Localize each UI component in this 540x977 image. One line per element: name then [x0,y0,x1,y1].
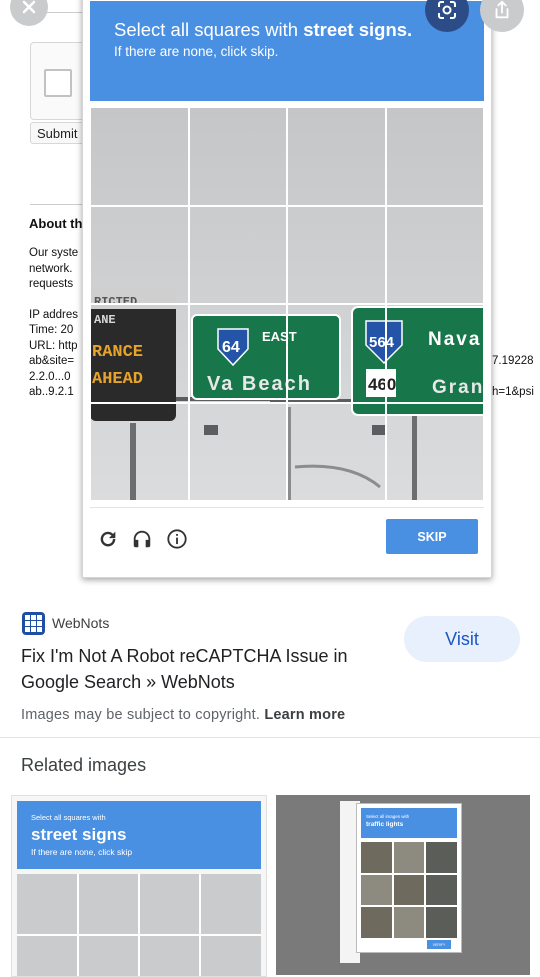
thumbnail-captcha-header: Select all squares with street signs If … [17,801,261,869]
text-fragment: 7.19228 [492,355,534,367]
result-title-link[interactable]: Fix I'm Not A Robot reCAPTCHA Issue in G… [21,643,391,695]
divider [0,737,540,738]
thumbnail-verify-button: VERIFY [427,940,451,949]
divider [90,507,484,508]
thumbnail-grid [361,842,457,938]
grid-tile[interactable] [385,205,484,304]
about-heading: About th [29,216,83,231]
result-source[interactable]: WebNots [22,610,109,636]
learn-more-link[interactable]: Learn more [264,707,345,723]
grid-tile[interactable] [287,402,386,501]
thumbnail-captcha: Select all images with traffic lights VE… [356,803,462,953]
grid-tile[interactable] [385,402,484,501]
thumbnail-text: street signs [31,825,127,844]
thumbnail-captcha-header: Select all images with traffic lights [361,808,457,838]
grid-tile[interactable] [90,107,189,206]
thumbnail-text: Select all images with [366,814,410,819]
related-image-thumbnail[interactable]: Select all squares with street signs If … [11,795,267,977]
grid-tile[interactable] [385,107,484,206]
visit-button[interactable]: Visit [404,616,520,662]
thumbnail-grid [17,874,261,976]
related-image-thumbnail[interactable]: Select all images with traffic lights VE… [276,795,530,975]
thumbnail-text: traffic lights [366,821,404,828]
grid-tile[interactable] [90,205,189,304]
captcha-image-grid: RICTED ANE RANCE AHEAD 64 EAST Va Beach … [90,107,484,501]
text-fragment: h=1&psi [492,386,534,398]
copyright-notice: Images may be subject to copyright. Lear… [21,707,346,723]
grid-tile[interactable] [188,402,287,501]
reload-icon[interactable] [95,526,121,552]
about-text: Our syste network. requests IP addres Ti… [29,247,79,398]
grid-tile[interactable] [287,304,386,403]
grid-tile[interactable] [90,304,189,403]
site-grid-icon [22,611,45,635]
robot-checkbox [44,69,72,97]
grid-tile[interactable] [287,107,386,206]
headphones-icon[interactable] [129,526,155,552]
grid-tile[interactable] [188,107,287,206]
thumbnail-text: Select all squares with [31,813,106,822]
grid-tile[interactable] [385,304,484,403]
grid-tile[interactable] [188,304,287,403]
thumbnail-text: If there are none, click skip [31,847,133,857]
site-name: WebNots [52,615,110,631]
grid-tile[interactable] [287,205,386,304]
divider [30,204,82,205]
grid-tile[interactable] [188,205,287,304]
captcha-instruction: Select all squares with street signs. [114,19,413,40]
captcha-subtitle: If there are none, click skip. [114,44,279,59]
skip-button[interactable]: SKIP [386,519,478,554]
image-preview[interactable]: Submit About th Our syste network. reque… [0,0,540,594]
related-images-heading: Related images [21,755,147,775]
recaptcha-challenge: Select all squares with street signs. If… [82,0,492,578]
info-icon[interactable] [164,526,190,552]
grid-tile[interactable] [90,402,189,501]
